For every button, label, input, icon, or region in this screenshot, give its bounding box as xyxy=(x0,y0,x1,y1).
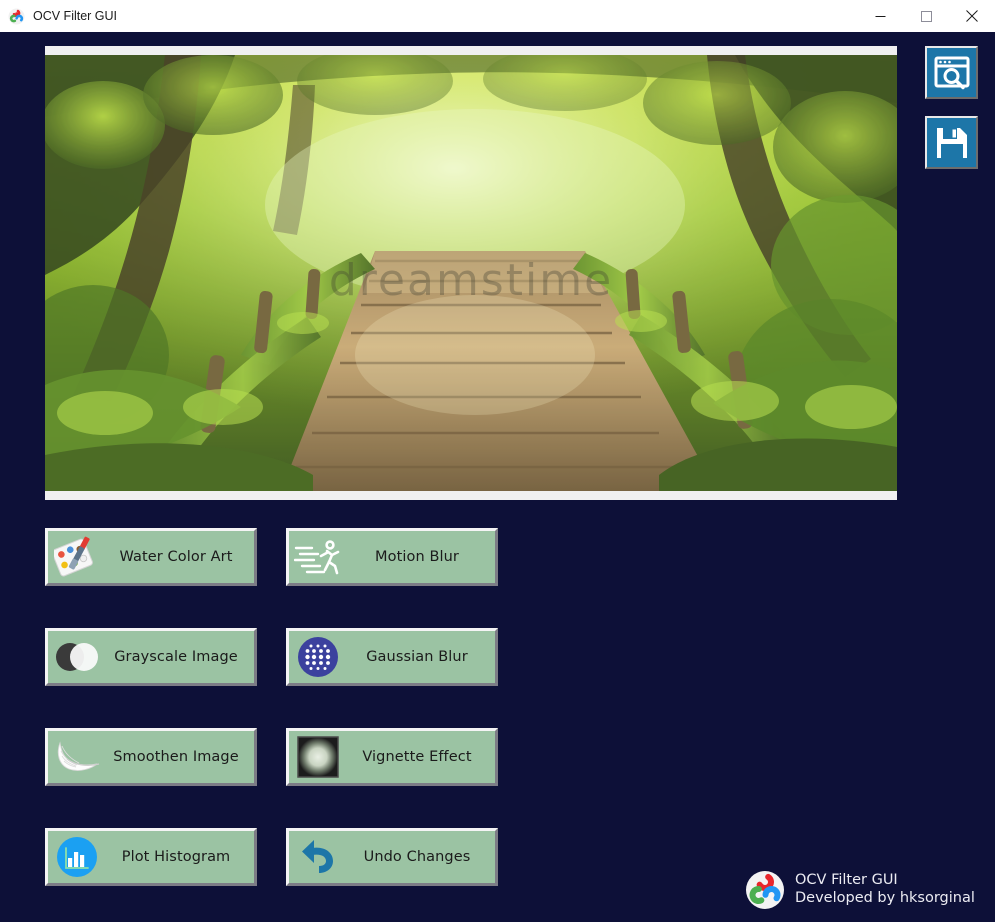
smoothen-image-button[interactable]: Smoothen Image xyxy=(45,728,257,786)
branding: OCV Filter GUI Developed by hksorginal xyxy=(745,870,975,910)
two-circles-bw-icon xyxy=(50,631,104,683)
save-image-button[interactable] xyxy=(925,116,978,169)
filter-label: Water Color Art xyxy=(119,549,233,565)
dot-grid-circle-icon xyxy=(291,631,345,683)
main-content: dreamstime Water Color Art Motion Blur G… xyxy=(0,32,995,922)
title-bar-left: OCV Filter GUI xyxy=(0,8,117,25)
close-button[interactable] xyxy=(949,0,995,32)
preview-photo xyxy=(45,55,897,491)
branding-title: OCV Filter GUI xyxy=(795,872,898,889)
filter-label: Undo Changes xyxy=(363,849,471,865)
filter-label: Plot Histogram xyxy=(121,849,231,865)
floppy-save-icon xyxy=(935,126,969,160)
vignette-square-icon xyxy=(291,731,345,783)
branding-text: OCV Filter GUI Developed by hksorginal xyxy=(795,872,975,907)
vignette-effect-button[interactable]: Vignette Effect xyxy=(286,728,498,786)
open-image-button[interactable] xyxy=(925,46,978,99)
opencv-logo-icon xyxy=(8,8,25,25)
filter-label: Smoothen Image xyxy=(113,749,239,765)
image-preview-panel[interactable]: dreamstime xyxy=(45,46,897,500)
gaussian-blur-button[interactable]: Gaussian Blur xyxy=(286,628,498,686)
browse-image-icon xyxy=(934,55,970,91)
title-bar: OCV Filter GUI xyxy=(0,0,995,32)
filter-label: Motion Blur xyxy=(375,549,459,565)
water-color-art-button[interactable]: Water Color Art xyxy=(45,528,257,586)
motion-blur-button[interactable]: Motion Blur xyxy=(286,528,498,586)
running-man-icon xyxy=(291,531,345,583)
undo-arrow-icon xyxy=(291,831,345,883)
plot-histogram-button[interactable]: Plot Histogram xyxy=(45,828,257,886)
application-window: OCV Filter GUI dreamstime Water Color Ar… xyxy=(0,0,995,922)
grayscale-image-button[interactable]: Grayscale Image xyxy=(45,628,257,686)
filter-label: Gaussian Blur xyxy=(366,649,468,665)
minimize-button[interactable] xyxy=(857,0,903,32)
maximize-button[interactable] xyxy=(903,0,949,32)
filter-label: Vignette Effect xyxy=(362,749,472,765)
window-title: OCV Filter GUI xyxy=(33,8,118,23)
window-controls xyxy=(857,0,995,32)
filter-label: Grayscale Image xyxy=(114,649,238,665)
undo-changes-button[interactable]: Undo Changes xyxy=(286,828,498,886)
bar-chart-circle-icon xyxy=(50,831,104,883)
branding-author: Developed by hksorginal xyxy=(795,890,975,906)
opencv-logo-icon xyxy=(745,870,785,910)
image-preview[interactable]: dreamstime xyxy=(45,55,897,491)
paint-palette-icon xyxy=(50,531,104,583)
feather-icon xyxy=(50,731,104,783)
